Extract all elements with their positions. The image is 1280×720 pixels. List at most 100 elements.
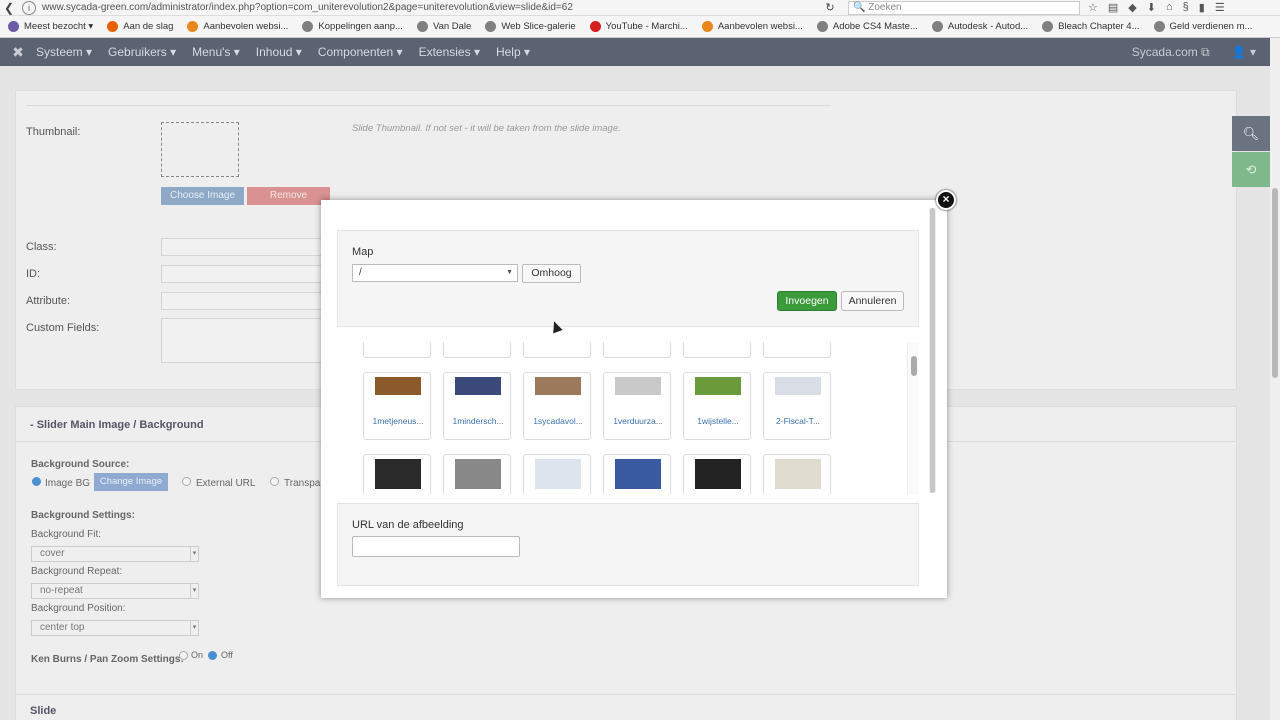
file-thumbnail [375, 459, 421, 489]
insert-button[interactable]: Invoegen [777, 291, 837, 311]
search-tool-tab[interactable]: 🔍︎ [1232, 116, 1270, 151]
modal-scrollbar-thumb[interactable] [930, 208, 935, 493]
info-icon[interactable]: i [22, 0, 36, 15]
download-icon[interactable]: ⬇ [1147, 1, 1156, 14]
admin-menu: Systeem ▾ Gebruikers ▾ Menu's ▾ Inhoud ▾ Com… [36, 45, 546, 59]
addon-icon[interactable]: § [1183, 1, 1189, 14]
bookmark-label: Web Slice-galerie [501, 21, 576, 32]
reload-icon[interactable]: ↻ [820, 1, 840, 14]
file-grid-scrollbar[interactable] [907, 342, 919, 494]
pocket-icon[interactable]: ◆ [1128, 1, 1136, 14]
joomla-logo-icon[interactable]: ✖ [0, 44, 36, 61]
admin-menu-item[interactable]: Help ▾ [496, 45, 530, 59]
bookmark-item[interactable]: Aanbevolen websi... [187, 21, 288, 32]
file-tile[interactable] [523, 454, 591, 494]
custom-fields-label: Custom Fields: [26, 322, 100, 334]
cancel-button[interactable]: Annuleren [841, 291, 904, 311]
bg-source-label: Background Source: [31, 459, 130, 470]
admin-menu-item[interactable]: Menu's ▾ [192, 45, 240, 59]
site-link[interactable]: Sycada.com ⧉ [1132, 45, 1210, 60]
image-bg-radio[interactable] [32, 477, 41, 486]
page-scrollbar[interactable] [1270, 38, 1280, 720]
home-icon[interactable]: ⌂ [1166, 1, 1173, 14]
file-tile[interactable]: 1wijstelle... [683, 372, 751, 440]
bookmark-item[interactable]: Adobe CS4 Maste... [816, 21, 918, 32]
address-bar[interactable]: www.sycada-green.com/administrator/index… [40, 1, 820, 15]
image-url-input[interactable] [352, 536, 520, 557]
change-image-button[interactable]: Change Image [94, 473, 168, 491]
bg-fit-select[interactable]: cover ▾ [31, 546, 199, 562]
bg-position-label: Background Position: [31, 603, 126, 614]
star-icon[interactable]: ☆ [1088, 1, 1098, 14]
file-tile[interactable] [363, 342, 431, 358]
folder-select[interactable]: / ▼ [352, 264, 518, 282]
file-tile[interactable] [523, 342, 591, 358]
bookmark-item[interactable]: Web Slice-galerie [485, 21, 576, 32]
file-grid-scrollbar-thumb[interactable] [911, 356, 917, 376]
admin-menu-item[interactable]: Extensies ▾ [419, 45, 480, 59]
browser-search-input[interactable]: 🔍 Zoeken [848, 0, 1080, 15]
file-tile[interactable] [683, 454, 751, 494]
file-tile[interactable] [363, 454, 431, 494]
admin-menu-item[interactable]: Componenten ▾ [318, 45, 403, 59]
class-input[interactable] [161, 238, 326, 256]
admin-menu-item[interactable]: Gebruikers ▾ [108, 45, 176, 59]
bookmark-item[interactable]: Geld verdienen m... [1153, 21, 1253, 32]
file-thumbnail [455, 459, 501, 489]
file-tile[interactable] [603, 342, 671, 358]
bookmark-label: Aan de slag [123, 21, 174, 32]
thumbnail-hint: Slide Thumbnail. If not set - it will be… [352, 123, 621, 134]
bookmark-item[interactable]: Koppelingen aanp... [302, 21, 403, 32]
bookmark-label: Geld verdienen m... [1169, 21, 1253, 32]
reading-list-icon[interactable]: ▤ [1108, 1, 1118, 14]
addon2-icon[interactable]: ▮ [1199, 1, 1205, 14]
file-tile[interactable] [683, 342, 751, 358]
file-tile[interactable] [763, 454, 831, 494]
external-url-radio[interactable] [182, 477, 191, 486]
bookmark-item[interactable]: Aanbevolen websi... [701, 21, 803, 32]
bookmark-label: YouTube - Marchi... [605, 21, 688, 32]
custom-fields-textarea[interactable] [161, 318, 326, 363]
menu-icon[interactable]: ☰ [1215, 1, 1225, 14]
bookmark-item[interactable]: Autodesk - Autod... [931, 21, 1028, 32]
main-image-section-title[interactable]: - Slider Main Image / Background [30, 419, 204, 431]
remove-image-button[interactable]: Remove [247, 187, 330, 205]
file-tile[interactable] [443, 454, 511, 494]
file-tile[interactable]: 1metjeneus... [363, 372, 431, 440]
slide-card: Slide [15, 694, 1237, 720]
image-url-label: URL van de afbeelding [352, 519, 464, 531]
choose-image-button[interactable]: Choose Image [161, 187, 244, 205]
bookmark-item[interactable]: Bleach Chapter 4... [1042, 21, 1140, 32]
page-scrollbar-thumb[interactable] [1272, 188, 1278, 378]
file-tile[interactable] [603, 454, 671, 494]
admin-menu-item[interactable]: Inhoud ▾ [256, 45, 302, 59]
bookmark-item[interactable]: Van Dale [416, 21, 471, 32]
file-tile[interactable] [443, 342, 511, 358]
bookmark-item[interactable]: Aan de slag [107, 21, 173, 32]
file-tile[interactable]: 1verduurza... [603, 372, 671, 440]
bookmark-item[interactable]: Meest bezocht ▾ [8, 21, 93, 32]
user-menu[interactable]: 👤 ▾ [1232, 45, 1256, 59]
up-button[interactable]: Omhoog [522, 264, 581, 283]
admin-menu-item[interactable]: Systeem ▾ [36, 45, 92, 59]
bookmark-favicon-icon [8, 21, 19, 32]
id-input[interactable] [161, 265, 326, 283]
file-tile[interactable]: 1mindersch... [443, 372, 511, 440]
file-name: 1sycadavol... [533, 416, 583, 426]
modal-scrollbar[interactable] [929, 208, 936, 493]
slide-section-title[interactable]: Slide [30, 705, 56, 717]
bg-repeat-select[interactable]: no-repeat ▾ [31, 583, 199, 599]
file-tile[interactable] [763, 342, 831, 358]
file-tile[interactable]: 2-Fiscal-T... [763, 372, 831, 440]
modal-close-button[interactable]: × [936, 190, 956, 210]
file-tile[interactable]: 1sycadavol... [523, 372, 591, 440]
transparent-radio[interactable] [270, 477, 279, 486]
bg-position-select[interactable]: center top ▾ [31, 620, 199, 636]
back-icon[interactable]: ❮ [0, 0, 18, 16]
ken-burns-off-radio[interactable] [208, 651, 217, 660]
refresh-tool-tab[interactable]: ⟲ [1232, 152, 1270, 187]
bookmark-item[interactable]: YouTube - Marchi... [589, 21, 688, 32]
transparent-label: Transpar [284, 478, 324, 489]
ken-burns-on-radio[interactable] [179, 651, 188, 660]
attribute-input[interactable] [161, 292, 326, 310]
